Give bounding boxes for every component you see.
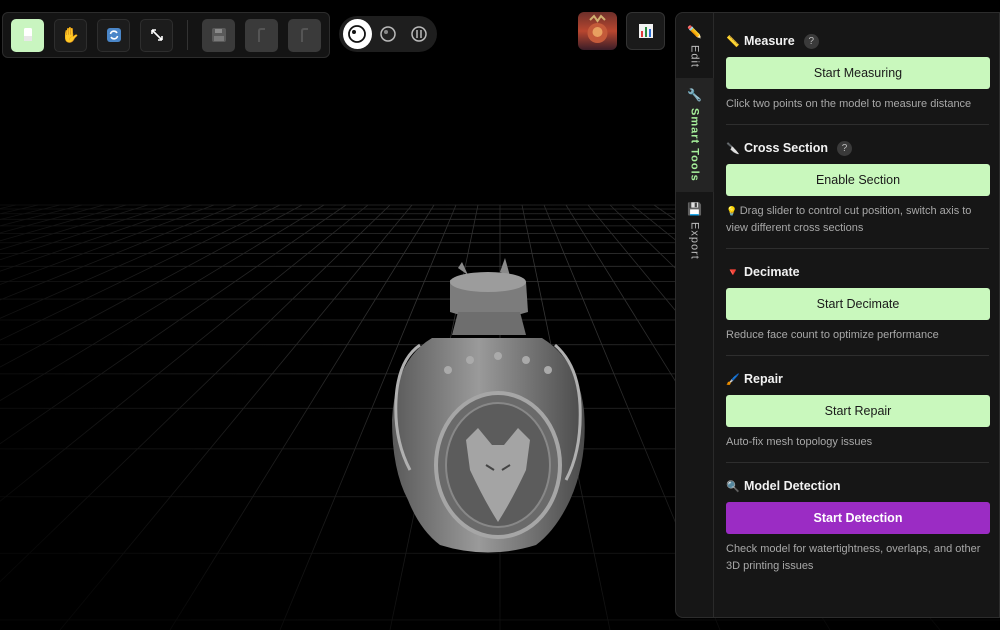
model-detection-button[interactable]: Start Detection <box>726 502 990 534</box>
section-header: 📏 Measure? <box>726 33 989 49</box>
repair-button[interactable]: Start Repair <box>726 395 990 427</box>
wrench-icon: 🔧 <box>687 87 702 102</box>
help-icon[interactable]: ? <box>803 33 819 49</box>
floppy-disk-icon <box>211 28 226 42</box>
model-thumbnail-button[interactable] <box>578 12 617 50</box>
resize-arrows-icon <box>150 29 163 41</box>
tab-smart-tools[interactable]: 🔧 Smart Tools <box>675 77 714 192</box>
side-tab-bar: ✏️ Edit 🔧 Smart Tools 💾 Export <box>675 13 714 617</box>
section-title: Decimate <box>744 265 800 279</box>
cross-section-button[interactable]: Enable Section <box>726 164 990 196</box>
redo-icon <box>300 28 308 42</box>
bar-chart-icon <box>638 24 653 38</box>
tab-label: Export <box>688 221 701 260</box>
tab-edit[interactable]: ✏️ Edit <box>676 23 714 78</box>
app-root: ✋ ✏️ Edit 🔧 Smart Tools 💾 Export 📏 Measu… <box>0 0 1000 630</box>
section-model-detection: 🔍 Model Detection Start Detection Check mod… <box>726 478 990 586</box>
brush-icon: 🖌️ <box>726 373 740 386</box>
tab-label: Smart Tools <box>688 107 701 182</box>
pan-tool-button[interactable]: ✋ <box>54 18 87 52</box>
section-description: Click two points on the model to measure… <box>726 96 989 113</box>
shaded-sphere-icon <box>380 26 396 42</box>
view-mode-solid[interactable] <box>343 19 372 49</box>
section-description: Reduce face count to optimize performanc… <box>726 327 989 344</box>
section-description: Check model for watertightness, overlaps… <box>726 541 989 575</box>
smart-tools-content: 📏 Measure? Start Measuring Click two points… <box>714 13 999 617</box>
section-header: 🔍 Model Detection <box>726 478 989 494</box>
description-text: Check model for watertightness, overlaps… <box>726 543 981 572</box>
scale-tool-button[interactable] <box>140 18 173 52</box>
section-title: Repair <box>744 372 783 386</box>
pencil-icon: ✏️ <box>687 25 702 39</box>
section-title: Model Detection <box>744 479 841 493</box>
hand-icon: ✋ <box>61 27 80 44</box>
tools-side-panel: ✏️ Edit 🔧 Smart Tools 💾 Export 📏 Measure? Start… <box>675 12 1000 618</box>
rotate-icon <box>106 28 121 42</box>
description-text: Drag slider to control cut position, swi… <box>726 205 972 234</box>
section-title: Measure <box>744 34 795 48</box>
description-text: Click two points on the model to measure… <box>726 98 972 110</box>
section-description: Auto-fix mesh topology issues <box>726 434 989 451</box>
section-header: 🔪 Cross Section? <box>726 140 989 156</box>
measure-button[interactable]: Start Measuring <box>726 57 990 89</box>
red-triangle-icon: 🔻 <box>726 266 740 279</box>
knife-icon: 🔪 <box>726 142 740 155</box>
main-toolbar: ✋ <box>2 12 330 58</box>
model-thumbnail-image <box>578 12 617 50</box>
section-measure: 📏 Measure? Start Measuring Click two points… <box>726 33 990 125</box>
section-header: 🔻 Decimate <box>726 264 989 280</box>
decimate-button[interactable]: Start Decimate <box>726 288 990 320</box>
magnifier-icon: 🔍 <box>726 480 740 493</box>
wireframe-icon <box>410 26 427 42</box>
help-icon[interactable]: ? <box>837 140 853 156</box>
view-mode-shaded[interactable] <box>374 19 403 49</box>
lightbulb-icon: 💡 <box>726 206 740 216</box>
tab-export[interactable]: 💾 Export <box>676 192 714 270</box>
section-decimate: 🔻 Decimate Start Decimate Reduce face count… <box>726 264 990 356</box>
view-mode-wireframe[interactable] <box>404 19 433 49</box>
section-header: 🖌️ Repair <box>726 371 989 387</box>
description-text: Auto-fix mesh topology issues <box>726 436 873 448</box>
solid-sphere-icon <box>348 25 367 43</box>
toolbar-divider <box>187 20 188 50</box>
select-tool-button[interactable] <box>11 18 44 52</box>
description-text: Reduce face count to optimize performanc… <box>726 329 939 341</box>
statistics-button[interactable] <box>626 12 665 50</box>
view-mode-switcher <box>339 16 437 52</box>
undo-icon <box>257 28 265 42</box>
tab-label: Edit <box>688 45 701 68</box>
section-title: Cross Section <box>744 141 829 155</box>
section-cross-section: 🔪 Cross Section? Enable Section 💡 Drag slid… <box>726 140 990 249</box>
section-repair: 🖌️ Repair Start Repair Auto-fix mesh topolo… <box>726 371 990 463</box>
ruler-icon: 📏 <box>726 35 740 48</box>
undo-button[interactable] <box>245 18 278 52</box>
select-cursor-icon <box>23 28 32 41</box>
floppy-disk-icon: 💾 <box>687 201 702 216</box>
redo-button[interactable] <box>288 18 321 52</box>
save-button[interactable] <box>202 18 235 52</box>
section-description: 💡 Drag slider to control cut position, s… <box>726 203 989 237</box>
rotate-tool-button[interactable] <box>97 18 130 52</box>
